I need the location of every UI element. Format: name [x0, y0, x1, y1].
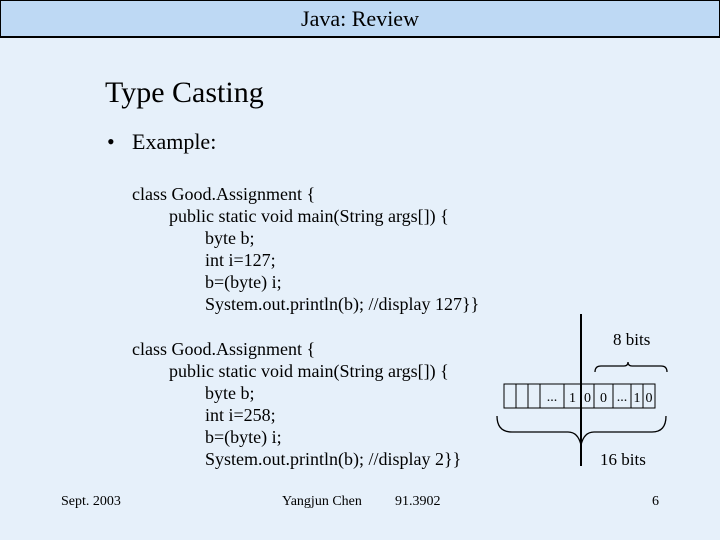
low-byte-cell-value: 0: [584, 391, 591, 406]
footer-date: Sept. 2003: [61, 494, 121, 509]
bit-cells: ... 1 0 0... 1 0: [503, 383, 656, 409]
low-byte-cell-value: 1: [634, 391, 641, 406]
high-byte-cell: [515, 383, 529, 409]
high-byte-cell-value: 1: [569, 391, 576, 406]
brace-8bits: [594, 361, 668, 373]
low-byte-cell-value: 0: [600, 391, 607, 406]
low-byte-cell-value: ...: [617, 390, 628, 405]
footer-course: 91.3902: [395, 494, 441, 509]
high-byte-cell-value: ...: [547, 390, 558, 405]
high-byte-cell: [527, 383, 541, 409]
label-16bits: 16 bits: [600, 450, 646, 469]
label-8bits: 8 bits: [613, 330, 651, 349]
high-byte-cell: [503, 383, 517, 409]
footer-author: Yangjun Chen: [282, 494, 362, 509]
footer-page-number: 6: [652, 494, 659, 509]
low-byte-cell-value: 0: [646, 391, 653, 406]
